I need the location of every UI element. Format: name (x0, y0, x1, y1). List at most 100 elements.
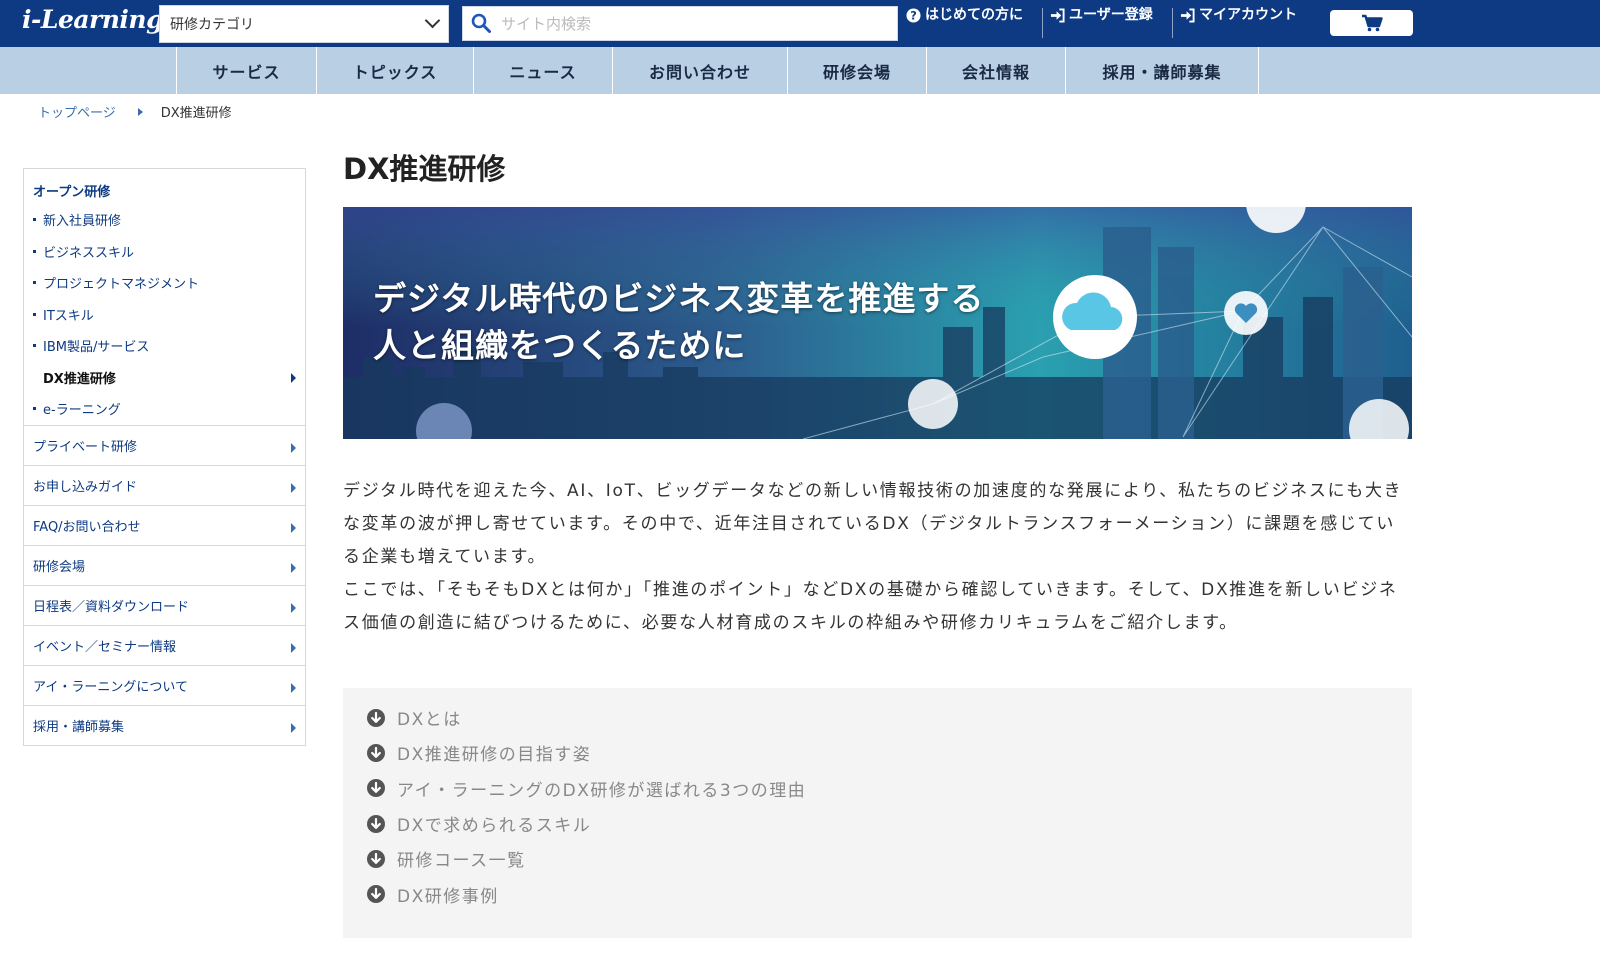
sidebar-item-label: 新入社員研修 (43, 214, 122, 230)
sidebar-item-new-employee[interactable]: 新入社員研修 (24, 204, 305, 236)
header-divider (1042, 8, 1043, 38)
banner-text: デジタル時代のビジネス変革を推進する 人と組織をつくるために (373, 275, 984, 369)
caret-right-icon (291, 482, 296, 493)
toc-item-reasons[interactable]: アイ・ラーニングのDX研修が選ばれる3つの理由 (343, 771, 1412, 806)
sidebar-section-private[interactable]: プライベート研修 (24, 424, 305, 465)
search-icon[interactable] (471, 13, 491, 33)
nav-item-label: 会社情報 (961, 62, 1030, 82)
sidebar-section-about[interactable]: アイ・ラーニングについて (24, 664, 305, 705)
sidebar-item-label: ITスキル (43, 308, 94, 324)
sidebar-item-dx[interactable]: DX推進研修 (24, 362, 305, 394)
sidebar-item-e-learning[interactable]: e-ラーニング (24, 393, 305, 425)
arrow-down-circle-icon (367, 743, 385, 762)
nav-item-company[interactable]: 会社情報 (927, 47, 1066, 94)
top-header: i-Learning 研修カテゴリ ? はじめての方に ユーザー登録 マイアカウ… (0, 0, 1600, 47)
first-time-link[interactable]: ? はじめての方に (906, 7, 1037, 23)
arrow-down-circle-icon (367, 849, 385, 868)
breadcrumb-arrow-icon (137, 107, 143, 116)
sidebar-item-it-skill[interactable]: ITスキル (24, 299, 305, 331)
caret-right-icon (291, 442, 296, 453)
caret-right-icon (291, 682, 296, 693)
breadcrumb: トップページ DX推進研修 (38, 102, 232, 121)
toc-item-courses[interactable]: 研修コース一覧 (343, 841, 1412, 876)
cart-button[interactable] (1330, 10, 1413, 36)
toc-label: 研修コース一覧 (397, 851, 526, 872)
toc-item-skills[interactable]: DXで求められるスキル (343, 806, 1412, 841)
sidebar-section-label: 研修会場 (33, 559, 86, 575)
sidebar-section-label: プライベート研修 (33, 439, 138, 455)
toc-label: DX推進研修の目指す姿 (397, 745, 592, 766)
breadcrumb-home[interactable]: トップページ (38, 102, 116, 121)
caret-right-icon (291, 562, 296, 573)
toc-item-cases[interactable]: DX研修事例 (343, 876, 1412, 911)
sidebar-section-events[interactable]: イベント／セミナー情報 (24, 624, 305, 665)
header-divider (1172, 8, 1173, 38)
bullet-spacer (33, 376, 36, 379)
nav-item-label: 採用・講師募集 (1102, 62, 1222, 82)
sign-in-icon (1050, 8, 1065, 23)
sidebar-section-label: アイ・ラーニングについて (33, 679, 188, 695)
user-register-link[interactable]: ユーザー登録 (1050, 7, 1181, 23)
site-logo[interactable]: i-Learning (22, 5, 164, 34)
nav-item-recruit[interactable]: 採用・講師募集 (1066, 47, 1259, 94)
sidebar-item-label: ビジネススキル (43, 245, 135, 261)
sidebar-item-label: プロジェクトマネジメント (43, 277, 200, 293)
sidebar-section-faq[interactable]: FAQ/お問い合わせ (24, 504, 305, 545)
flask-icon (908, 379, 958, 429)
sidebar-section-venue[interactable]: 研修会場 (24, 544, 305, 585)
sidebar-item-business-skill[interactable]: ビジネススキル (24, 236, 305, 268)
arrow-down-circle-icon (367, 885, 385, 904)
category-select-label: 研修カテゴリ (170, 17, 254, 33)
page-title: DX推進研修 (343, 152, 506, 186)
intro-paragraph: デジタル時代を迎えた今、AI、IoT、ビッグデータなどの新しい情報技術の加速度的… (343, 481, 1403, 567)
user-register-label: ユーザー登録 (1069, 7, 1153, 23)
main-nav: サービス トピックス ニュース お問い合わせ 研修会場 会社情報 採用・講師募集 (0, 47, 1600, 94)
sidebar-heading[interactable]: オープン研修 (24, 169, 305, 204)
toc-label: アイ・ラーニングのDX研修が選ばれる3つの理由 (397, 780, 807, 801)
sidebar-item-label: IBM製品/サービス (43, 340, 150, 356)
nav-item-label: トピックス (352, 62, 438, 82)
sidebar-section-schedule[interactable]: 日程表／資料ダウンロード (24, 584, 305, 625)
arrow-down-circle-icon (367, 708, 385, 727)
bullet-icon (33, 218, 36, 222)
intro-text: デジタル時代を迎えた今、AI、IoT、ビッグデータなどの新しい情報技術の加速度的… (343, 475, 1412, 640)
toc-label: DXで求められるスキル (397, 816, 592, 837)
question-circle-icon: ? (906, 8, 921, 23)
nav-item-contact[interactable]: お問い合わせ (613, 47, 788, 94)
sidebar-section-label: イベント／セミナー情報 (33, 639, 177, 655)
toc-item-what-is-dx[interactable]: DXとは (343, 700, 1412, 735)
hero-banner: デジタル時代のビジネス変革を推進する 人と組織をつくるために (343, 207, 1412, 439)
first-time-label: はじめての方に (925, 7, 1023, 23)
breadcrumb-current: DX推進研修 (160, 106, 232, 121)
chevron-down-icon (424, 12, 441, 29)
heart-icon (1224, 291, 1268, 335)
nav-item-venue[interactable]: 研修会場 (788, 47, 927, 94)
my-account-label: マイアカウント (1199, 7, 1297, 23)
my-account-link[interactable]: マイアカウント (1180, 7, 1311, 23)
bullet-icon (33, 344, 36, 348)
search-input[interactable] (501, 9, 891, 38)
nav-item-service[interactable]: サービス (177, 47, 317, 94)
bullet-icon (33, 249, 36, 253)
sidebar-item-project-management[interactable]: プロジェクトマネジメント (24, 267, 305, 299)
sidebar-section-recruit[interactable]: 採用・講師募集 (24, 704, 305, 745)
category-select[interactable]: 研修カテゴリ (159, 5, 449, 43)
sidebar-section-guide[interactable]: お申し込みガイド (24, 464, 305, 505)
toc-label: DX研修事例 (397, 886, 499, 907)
arrow-down-circle-icon (367, 814, 385, 833)
nav-item-topics[interactable]: トピックス (317, 47, 474, 94)
sidebar-section-label: お申し込みガイド (33, 479, 138, 495)
arrow-down-circle-icon (367, 779, 385, 798)
svg-text:?: ? (910, 10, 917, 23)
banner-line: デジタル時代のビジネス変革を推進する (373, 279, 985, 318)
search-box (462, 6, 898, 41)
nav-item-news[interactable]: ニュース (474, 47, 613, 94)
toc-item-goal[interactable]: DX推進研修の目指す姿 (343, 735, 1412, 770)
caret-right-icon (291, 642, 296, 653)
intro-paragraph: ここでは、「そもそもDXとは何か」「推進のポイント」などDXの基礎から確認してい… (343, 580, 1398, 633)
sidebar-section-label: 日程表／資料ダウンロード (33, 599, 190, 615)
sidebar-item-label: e-ラーニング (43, 403, 121, 419)
cart-icon (1361, 14, 1383, 32)
bullet-icon (33, 312, 36, 316)
sidebar-item-ibm[interactable]: IBM製品/サービス (24, 330, 305, 362)
